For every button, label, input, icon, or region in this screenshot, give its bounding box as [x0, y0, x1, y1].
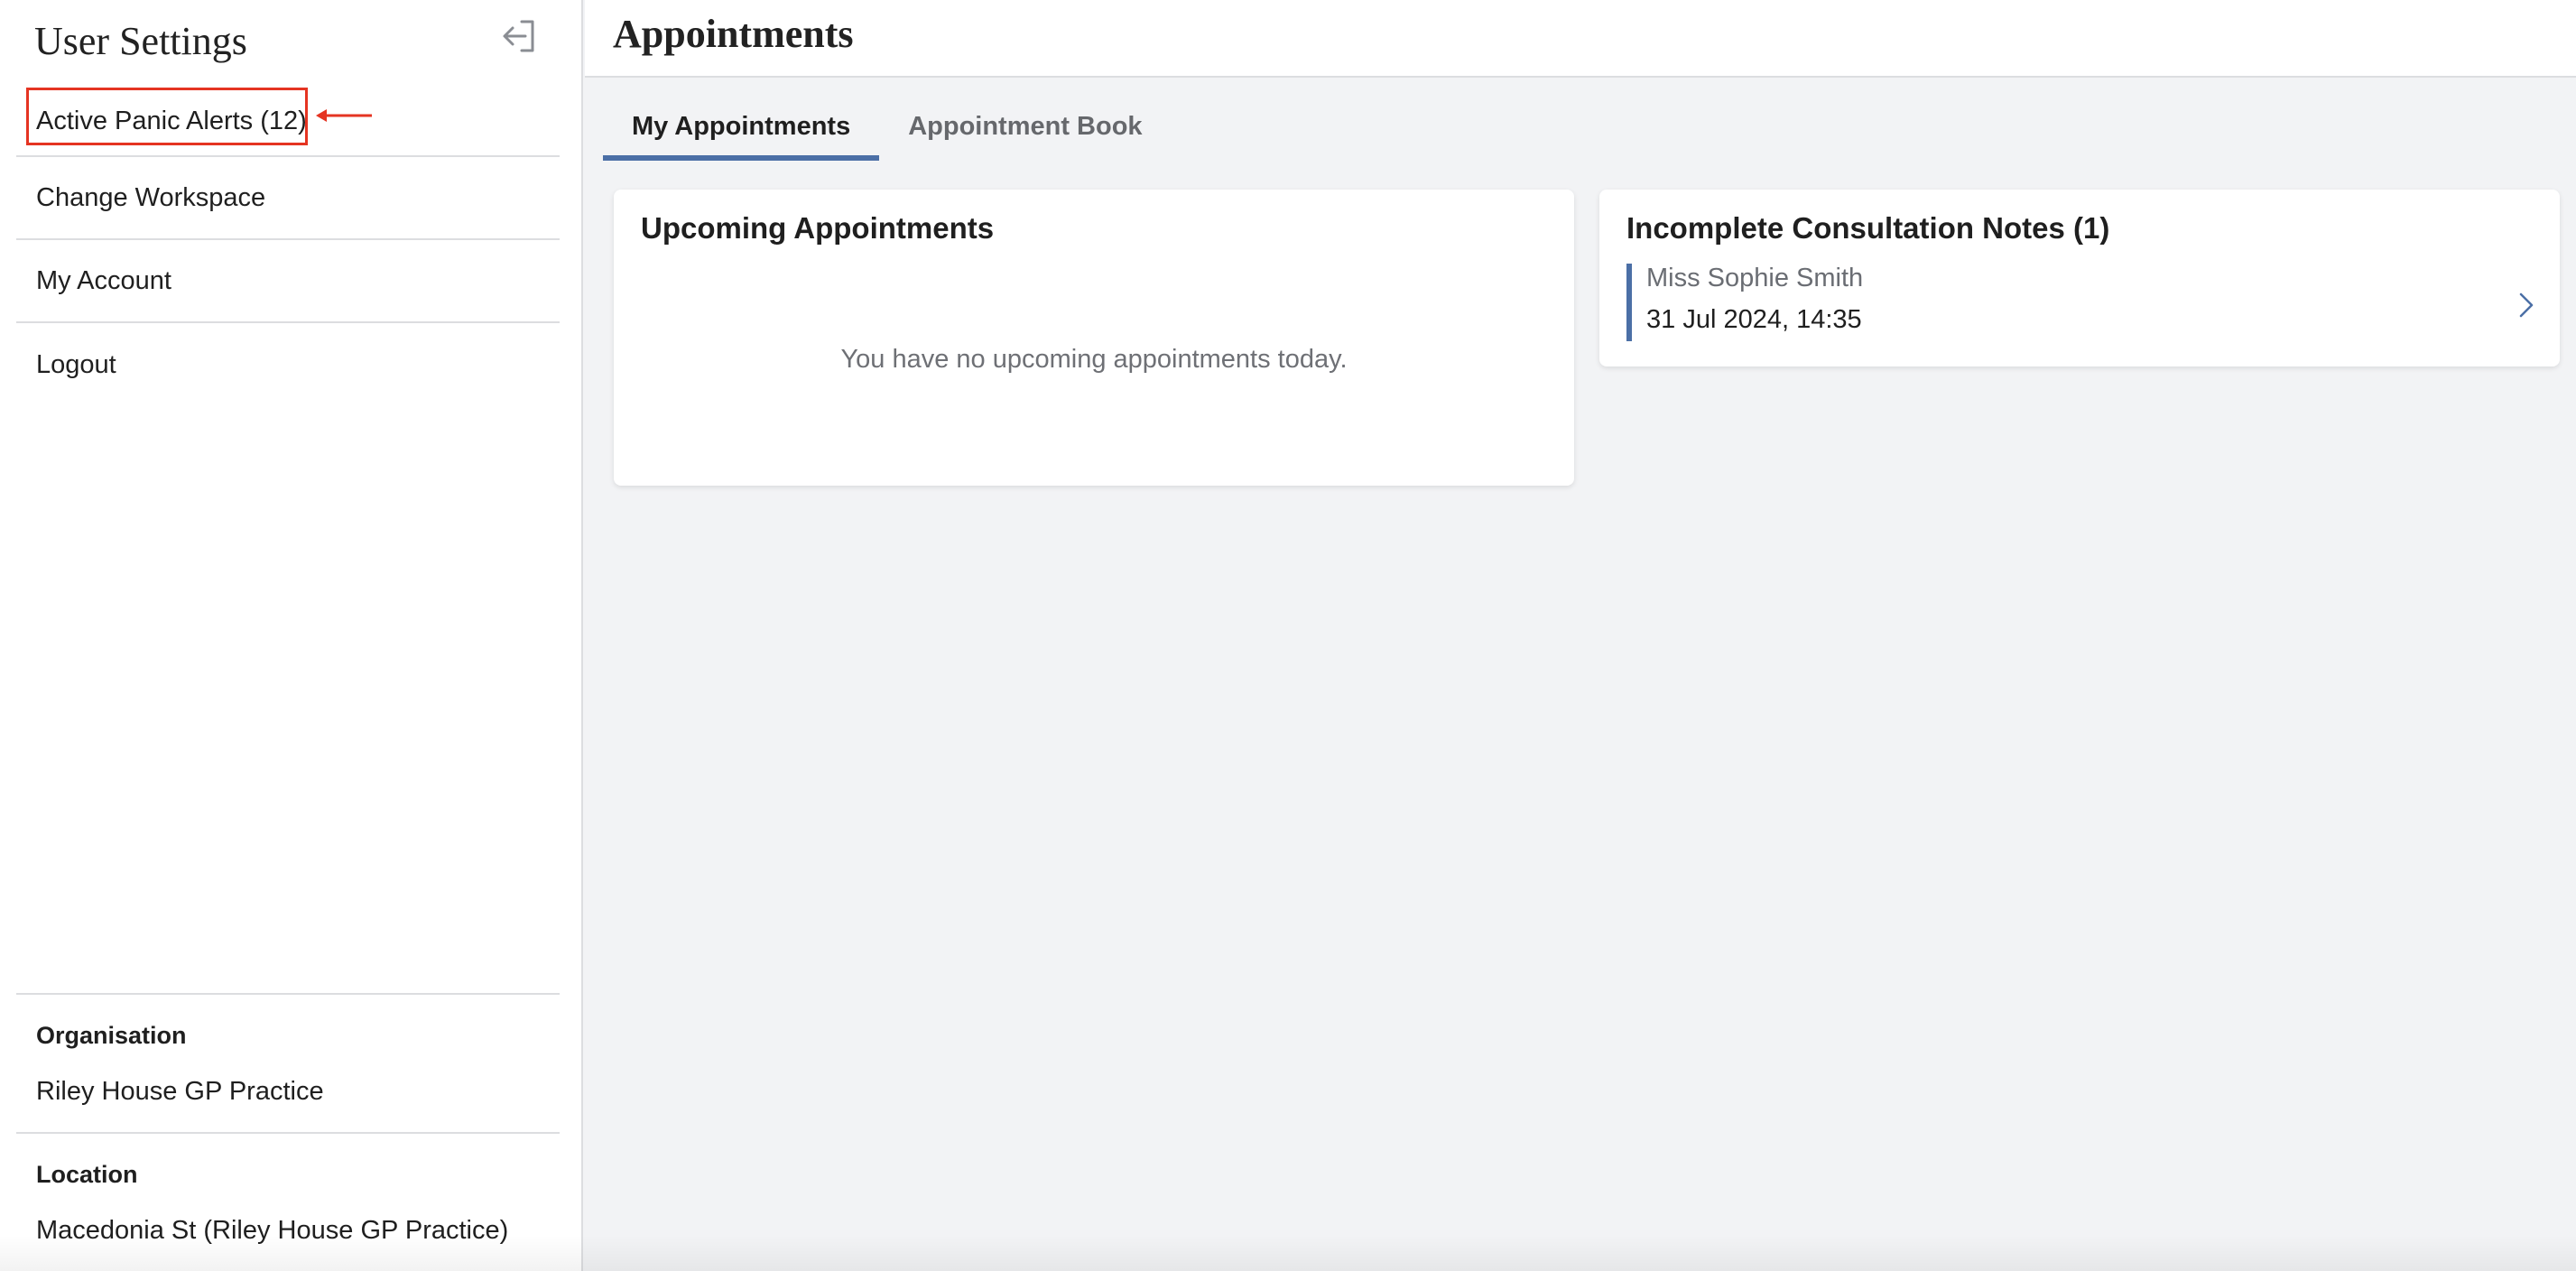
sidebar-item-my-account[interactable]: My Account	[16, 240, 560, 323]
page-title: Appointments	[613, 12, 854, 56]
sidebar-item-label: Logout	[36, 349, 116, 379]
location-value: Macedonia St (Riley House GP Practice)	[36, 1216, 509, 1245]
consultation-datetime: 31 Jul 2024, 14:35	[1646, 305, 1862, 334]
organisation-value: Riley House GP Practice	[36, 1077, 324, 1106]
patient-name: Miss Sophie Smith	[1646, 264, 1864, 292]
consultation-note-item[interactable]: Miss Sophie Smith 31 Jul 2024, 14:35	[1626, 264, 2547, 341]
location-section: Location Macedonia St (Riley House GP Pr…	[16, 1132, 560, 1271]
empty-state-message: You have no upcoming appointments today.	[840, 345, 1348, 374]
sidebar-collapse-icon	[503, 20, 534, 52]
upcoming-appointments-card: Upcoming Appointments You have no upcomi…	[614, 190, 1574, 486]
chevron-right-icon	[2519, 292, 2534, 318]
tab-bar: My Appointments Appointment Book	[603, 101, 1172, 161]
annotation-arrow-icon	[316, 109, 372, 122]
organisation-section: Organisation Riley House GP Practice	[16, 993, 560, 1132]
location-heading: Location	[36, 1161, 138, 1188]
top-bar: Appointments	[585, 0, 2576, 78]
sidebar-item-label: Active Panic Alerts (12)	[36, 106, 307, 135]
sidebar: User Settings Active Panic Alerts (12) C…	[0, 0, 583, 1271]
main-content: Appointments My Appointments Appointment…	[585, 0, 2576, 1271]
sidebar-title: User Settings	[34, 19, 247, 63]
sidebar-collapse-button[interactable]	[500, 16, 540, 56]
sidebar-nav: Active Panic Alerts (12) Change Workspac…	[16, 88, 560, 406]
sidebar-item-label: My Account	[36, 265, 171, 295]
upcoming-appointments-title: Upcoming Appointments	[641, 211, 995, 245]
tab-my-appointments[interactable]: My Appointments	[603, 101, 880, 161]
sidebar-item-change-workspace[interactable]: Change Workspace	[16, 157, 560, 240]
sidebar-item-label: Change Workspace	[36, 182, 266, 212]
sidebar-item-logout[interactable]: Logout	[16, 323, 560, 406]
incomplete-notes-card: Incomplete Consultation Notes (1) Miss S…	[1599, 190, 2560, 366]
incomplete-notes-title: Incomplete Consultation Notes (1)	[1626, 211, 2110, 245]
tab-appointment-book[interactable]: Appointment Book	[879, 101, 1171, 161]
organisation-heading: Organisation	[36, 1022, 187, 1049]
sidebar-item-active-panic-alerts[interactable]: Active Panic Alerts (12)	[16, 87, 560, 157]
accent-bar	[1626, 264, 1632, 341]
sidebar-footer: Organisation Riley House GP Practice Loc…	[16, 993, 560, 1271]
